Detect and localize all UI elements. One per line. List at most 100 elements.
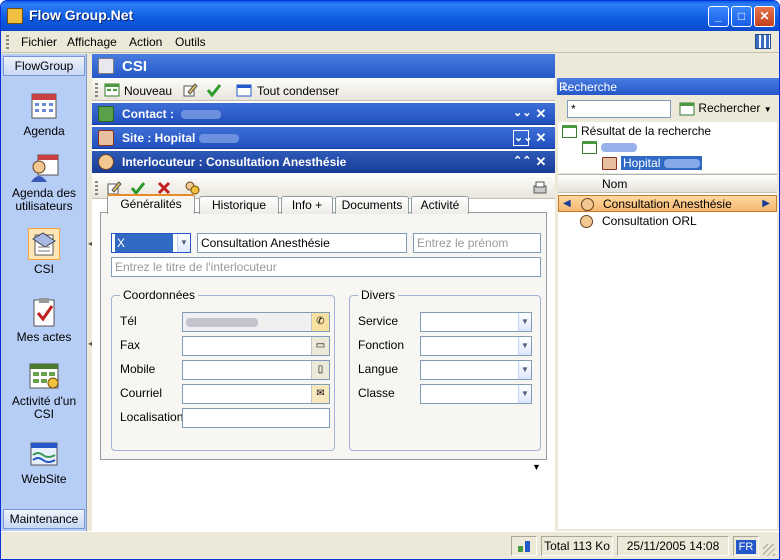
fax-icon[interactable]: ▭ [311,337,329,355]
list-item[interactable]: Consultation ORL [558,213,777,230]
band-interlocuteur-title: Interlocuteur : Consultation Anesthésie [122,155,347,169]
collapse-all-icon[interactable] [236,82,252,98]
close-button[interactable]: ✕ [754,6,775,27]
menu-bar: Fichier Affichage Action Outils [1,31,779,53]
sidebar-item-label: Agenda [23,124,65,138]
collapse-all-button[interactable]: Tout condenser [257,84,339,98]
collapse-chevron-icon[interactable]: ⌃⌃ [513,154,531,170]
divers-title: Divers [358,288,399,302]
langue-select[interactable]: ▼ [420,360,532,380]
tab-historique[interactable]: Historique [199,196,279,214]
language-status[interactable]: FR [733,536,759,556]
website-icon [28,438,60,470]
band-contact[interactable]: Contact : ⌄⌄ ✕ [92,103,555,125]
menu-outils[interactable]: Outils [175,35,206,49]
sidebar-item-label: Mes actes [16,330,72,344]
search-panel: Recherche ⊥ * Rechercher ▼ Résultat de l… [557,54,779,531]
maximize-button[interactable]: □ [731,6,752,27]
users-agenda-icon [28,152,60,184]
sidebar-item-label: CSI [33,262,54,276]
close-band-icon[interactable]: ✕ [533,106,549,122]
new-icon[interactable] [104,82,120,98]
pin-icon[interactable]: ⊥ [559,80,773,93]
civility-select[interactable]: X ▼ [111,233,191,253]
close-band-icon[interactable]: ✕ [533,130,549,146]
service-select[interactable]: ▼ [420,312,532,332]
search-button[interactable]: Rechercher ▼ [679,100,775,118]
tab-generalites[interactable]: Généralités [107,194,195,214]
calendar-icon [28,90,60,122]
center-panel: CSI Nouveau Tout condenser Contact : ⌄⌄ … [92,54,555,531]
sidebar-item-website[interactable]: WebSite [3,438,85,486]
result-list: Nom ◀ Consultation Anesthésie ▶ Consulta… [558,174,777,529]
tab-documents[interactable]: Documents [335,196,409,214]
band-contact-title: Contact : [122,107,178,121]
tree-node-contact[interactable] [582,140,637,155]
navigation-sidebar: FlowGroup Agenda Agenda des utilisateurs… [1,54,87,531]
classe-select[interactable]: ▼ [420,384,532,404]
list-header[interactable]: Nom [558,175,777,193]
row-right-arrow-icon[interactable]: ▶ [762,196,770,212]
contact-icon [98,106,114,122]
fax-field[interactable]: ▭ [182,336,330,356]
sidebar-footer-maintenance[interactable]: Maintenance [3,509,85,529]
edit-icon[interactable] [182,82,198,98]
chevron-down-icon[interactable]: ▼ [518,361,531,379]
email-icon[interactable]: ✉ [311,385,329,403]
tab-info-plus[interactable]: Info + [281,196,333,214]
close-band-icon[interactable]: ✕ [533,154,549,170]
fonction-select[interactable]: ▼ [420,336,532,356]
menu-fichier[interactable]: Fichier [21,35,57,49]
menu-action[interactable]: Action [129,35,162,49]
courriel-field[interactable]: ✉ [182,384,330,404]
coordonnees-group: Coordonnées Tél ✆ Fax ▭ Mobile ▯ Courrie… [111,288,335,451]
scroll-down-arrow-icon[interactable]: ▼ [532,462,541,472]
sidebar-item-agenda[interactable]: Agenda [3,90,85,138]
band-interlocuteur[interactable]: Interlocuteur : Consultation Anesthésie … [92,151,555,173]
mobile-field[interactable]: ▯ [182,360,330,380]
tree-leaf-label: Hopital [623,156,661,170]
chevron-down-icon[interactable]: ▼ [764,105,772,114]
menu-grip-icon [6,35,9,49]
firstname-field[interactable]: Entrez le prénom [413,233,541,253]
new-button[interactable]: Nouveau [124,84,172,98]
row-left-arrow-icon[interactable]: ◀ [563,196,571,212]
minimize-button[interactable]: _ [708,6,729,27]
sidebar-header[interactable]: FlowGroup [3,56,85,76]
print-icon[interactable] [532,180,548,196]
chevron-down-icon[interactable]: ▼ [518,337,531,355]
resize-grip-icon[interactable] [763,544,775,556]
chevron-down-icon[interactable]: ▼ [518,385,531,403]
tel-field[interactable]: ✆ [182,312,330,332]
csi-header: CSI [92,54,555,78]
tab-activite[interactable]: Activité [411,196,469,214]
sidebar-item-activite-csi[interactable]: Activité d'un CSI [3,360,85,421]
menu-affichage[interactable]: Affichage [67,35,117,49]
chevron-down-icon[interactable]: ▼ [518,313,531,331]
column-nom[interactable]: Nom [602,177,627,191]
expand-chevron-icon[interactable]: ⌄⌄ [513,106,531,122]
list-item[interactable]: ◀ Consultation Anesthésie ▶ [558,195,777,212]
expand-chevron-icon[interactable]: ⌄⌄ [513,130,532,146]
title-bar[interactable]: Flow Group.Net _ □ ✕ [1,1,779,31]
localisation-field[interactable] [182,408,330,428]
search-button-label: Rechercher [698,101,761,115]
validate-check-icon[interactable] [206,82,222,98]
tel-label: Tél [120,314,137,328]
sidebar-item-label: WebSite [21,472,67,486]
title-field[interactable]: Entrez le titre de l'interlocuteur [111,257,541,277]
search-panel-header: Recherche ⊥ [557,78,779,95]
sidebar-item-mes-actes[interactable]: Mes actes [3,296,85,344]
search-input[interactable]: * [567,100,671,118]
tree-root[interactable]: Résultat de la recherche [562,124,711,139]
datetime-status: 25/11/2005 14:08 [617,536,729,556]
sidebar-item-csi[interactable]: CSI [3,228,85,276]
mobile-phone-icon[interactable]: ▯ [311,361,329,379]
name-field[interactable]: Consultation Anesthésie [197,233,407,253]
band-site[interactable]: Site : Hopital ⌄⌄ ✕ [92,127,555,149]
phone-icon[interactable]: ✆ [311,313,329,331]
grid-view-icon[interactable] [755,34,771,49]
tree-node-hopital[interactable]: Hopital [602,156,703,171]
sidebar-item-users-agenda[interactable]: Agenda des utilisateurs [3,152,85,213]
chevron-down-icon[interactable]: ▼ [177,234,190,252]
